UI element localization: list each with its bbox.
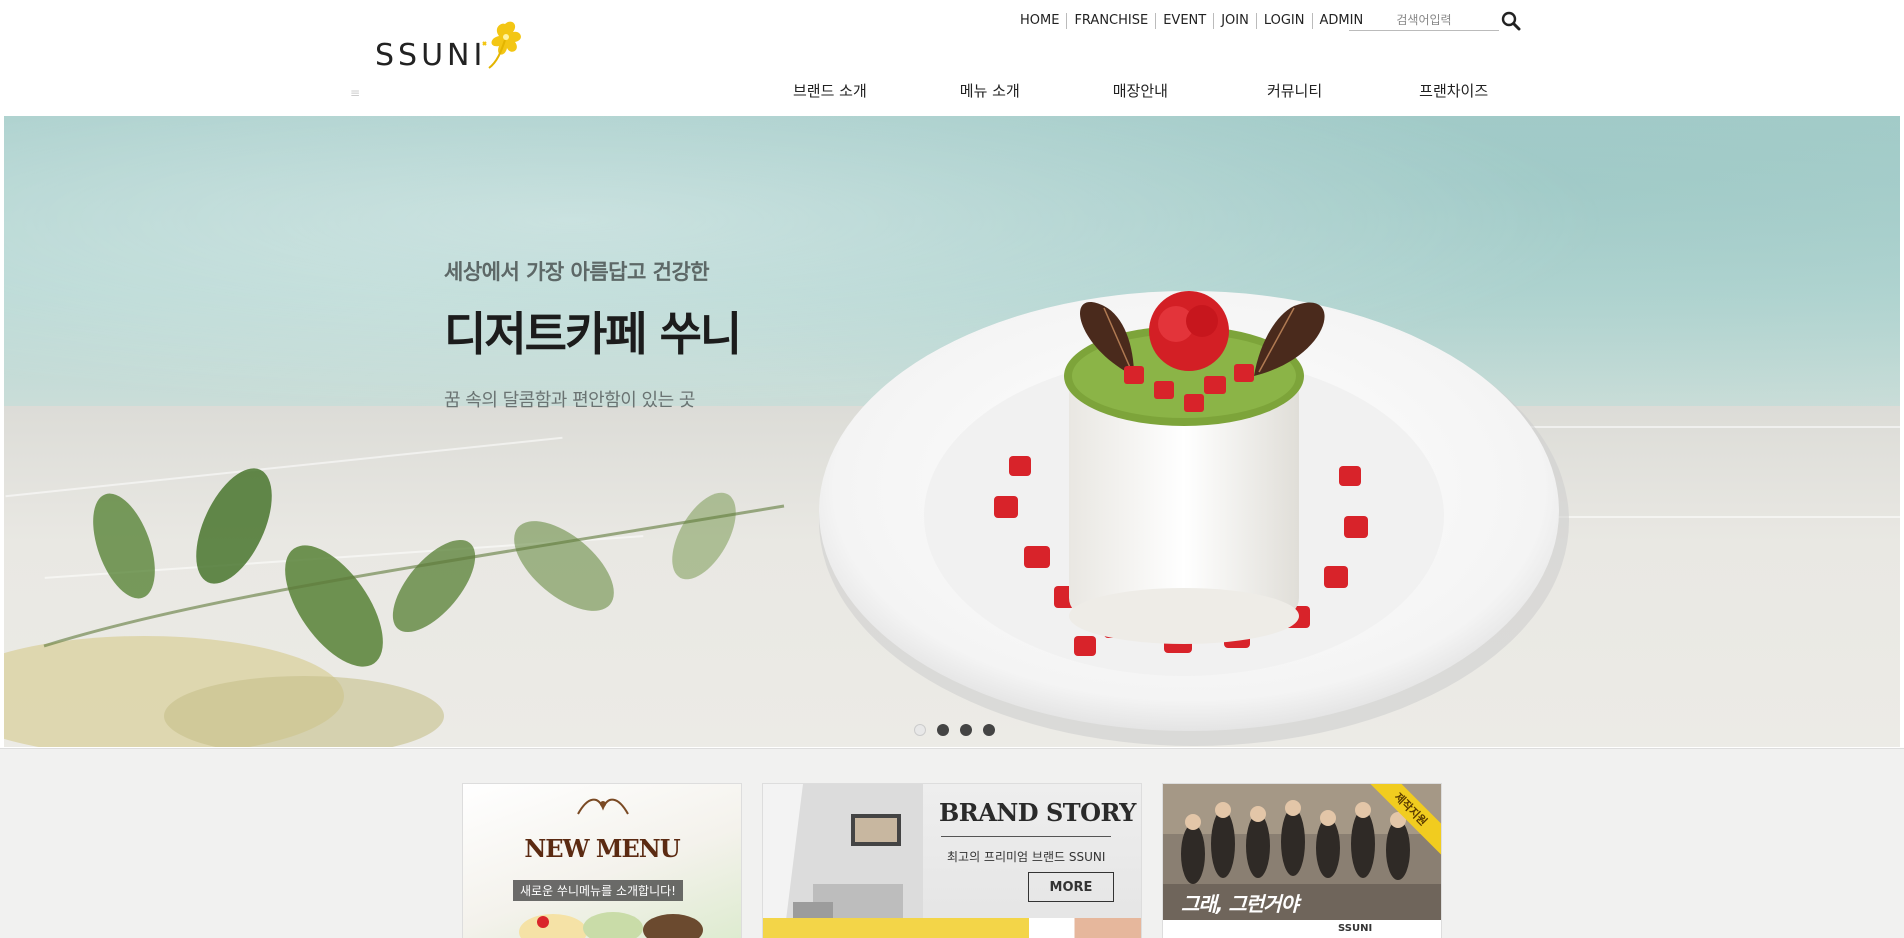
site-header: SSUNI ≡ HOME FRANCHISE EVENT JOIN LOGIN …: [0, 0, 1904, 116]
hero-slider: 세상에서 가장 아름답고 건강한 디저트카페 쑤니 꿈 속의 달콤함과 편안함이…: [4, 116, 1900, 747]
nav-menu-intro[interactable]: 메뉴 소개: [960, 80, 1020, 101]
logo[interactable]: SSUNI: [375, 18, 535, 78]
slider-dot-1[interactable]: [914, 724, 926, 736]
nav-store-info[interactable]: 매장안내: [1113, 80, 1168, 101]
search-button[interactable]: [1501, 10, 1521, 32]
hero-subtitle: 세상에서 가장 아름답고 건강한: [444, 260, 710, 284]
brand-story-card[interactable]: BRAND STORY 최고의 프리미엄 브랜드 SSUNI MORE: [762, 783, 1142, 938]
more-button[interactable]: MORE: [1028, 872, 1114, 902]
hero-description: 꿈 속의 달콤함과 편안함이 있는 곳: [444, 390, 695, 411]
slider-dot-3[interactable]: [960, 724, 972, 736]
search-icon: [1501, 11, 1521, 31]
cafe-interior-image: [763, 784, 923, 938]
menu-toggle-icon[interactable]: ≡: [350, 86, 360, 100]
slider-pager: [914, 724, 995, 736]
slider-dot-4[interactable]: [983, 724, 995, 736]
util-franchise-link[interactable]: FRANCHISE: [1066, 13, 1155, 29]
hero-title: 디저트카페 쑤니: [444, 307, 742, 361]
leaves-decoration: [4, 468, 785, 747]
dessert-plate-image: [819, 291, 1569, 746]
slider-dot-2[interactable]: [937, 724, 949, 736]
brand-story-stripe: [763, 918, 1141, 938]
logo-text: SSUNI: [375, 38, 487, 73]
hero-copy: 세상에서 가장 아름답고 건강한 디저트카페 쑤니 꿈 속의 달콤함과 편안함이…: [444, 256, 742, 412]
drama-caption: 그래, 그런거야: [1181, 892, 1299, 916]
nav-brand-intro[interactable]: 브랜드 소개: [793, 80, 867, 101]
util-join-link[interactable]: JOIN: [1213, 13, 1256, 29]
utility-nav: HOME FRANCHISE EVENT JOIN LOGIN ADMIN: [1020, 12, 1370, 30]
drama-sponsor-card[interactable]: 그래, 그런거야 제작지원 SSUNI: [1162, 783, 1442, 938]
flower-logo-icon: [482, 21, 521, 69]
util-home-link[interactable]: HOME: [1020, 13, 1066, 29]
promo-section: NEW MENU 새로운 쑤니메뉴를 소개합니다! BRAND STORY 최고…: [0, 748, 1904, 938]
new-menu-card[interactable]: NEW MENU 새로운 쑤니메뉴를 소개합니다!: [462, 783, 742, 938]
nav-franchise[interactable]: 프랜차이즈: [1419, 80, 1488, 101]
ornament-icon: [577, 798, 629, 815]
util-event-link[interactable]: EVENT: [1155, 13, 1213, 29]
search-input[interactable]: [1349, 10, 1499, 31]
drama-card-logo: SSUNI: [1338, 923, 1373, 934]
nav-community[interactable]: 커뮤니티: [1267, 80, 1322, 101]
main-nav: 브랜드 소개 메뉴 소개 매장안내 커뮤니티 프랜차이즈: [790, 80, 1488, 101]
util-login-link[interactable]: LOGIN: [1255, 13, 1312, 29]
brand-story-title: BRAND STORY: [939, 798, 1136, 827]
dessert-cups-image: [519, 912, 703, 938]
search-box: [1349, 10, 1521, 32]
new-menu-title: NEW MENU: [524, 834, 680, 863]
brand-story-subtitle: 최고의 프리미엄 브랜드 SSUNI: [947, 850, 1106, 864]
